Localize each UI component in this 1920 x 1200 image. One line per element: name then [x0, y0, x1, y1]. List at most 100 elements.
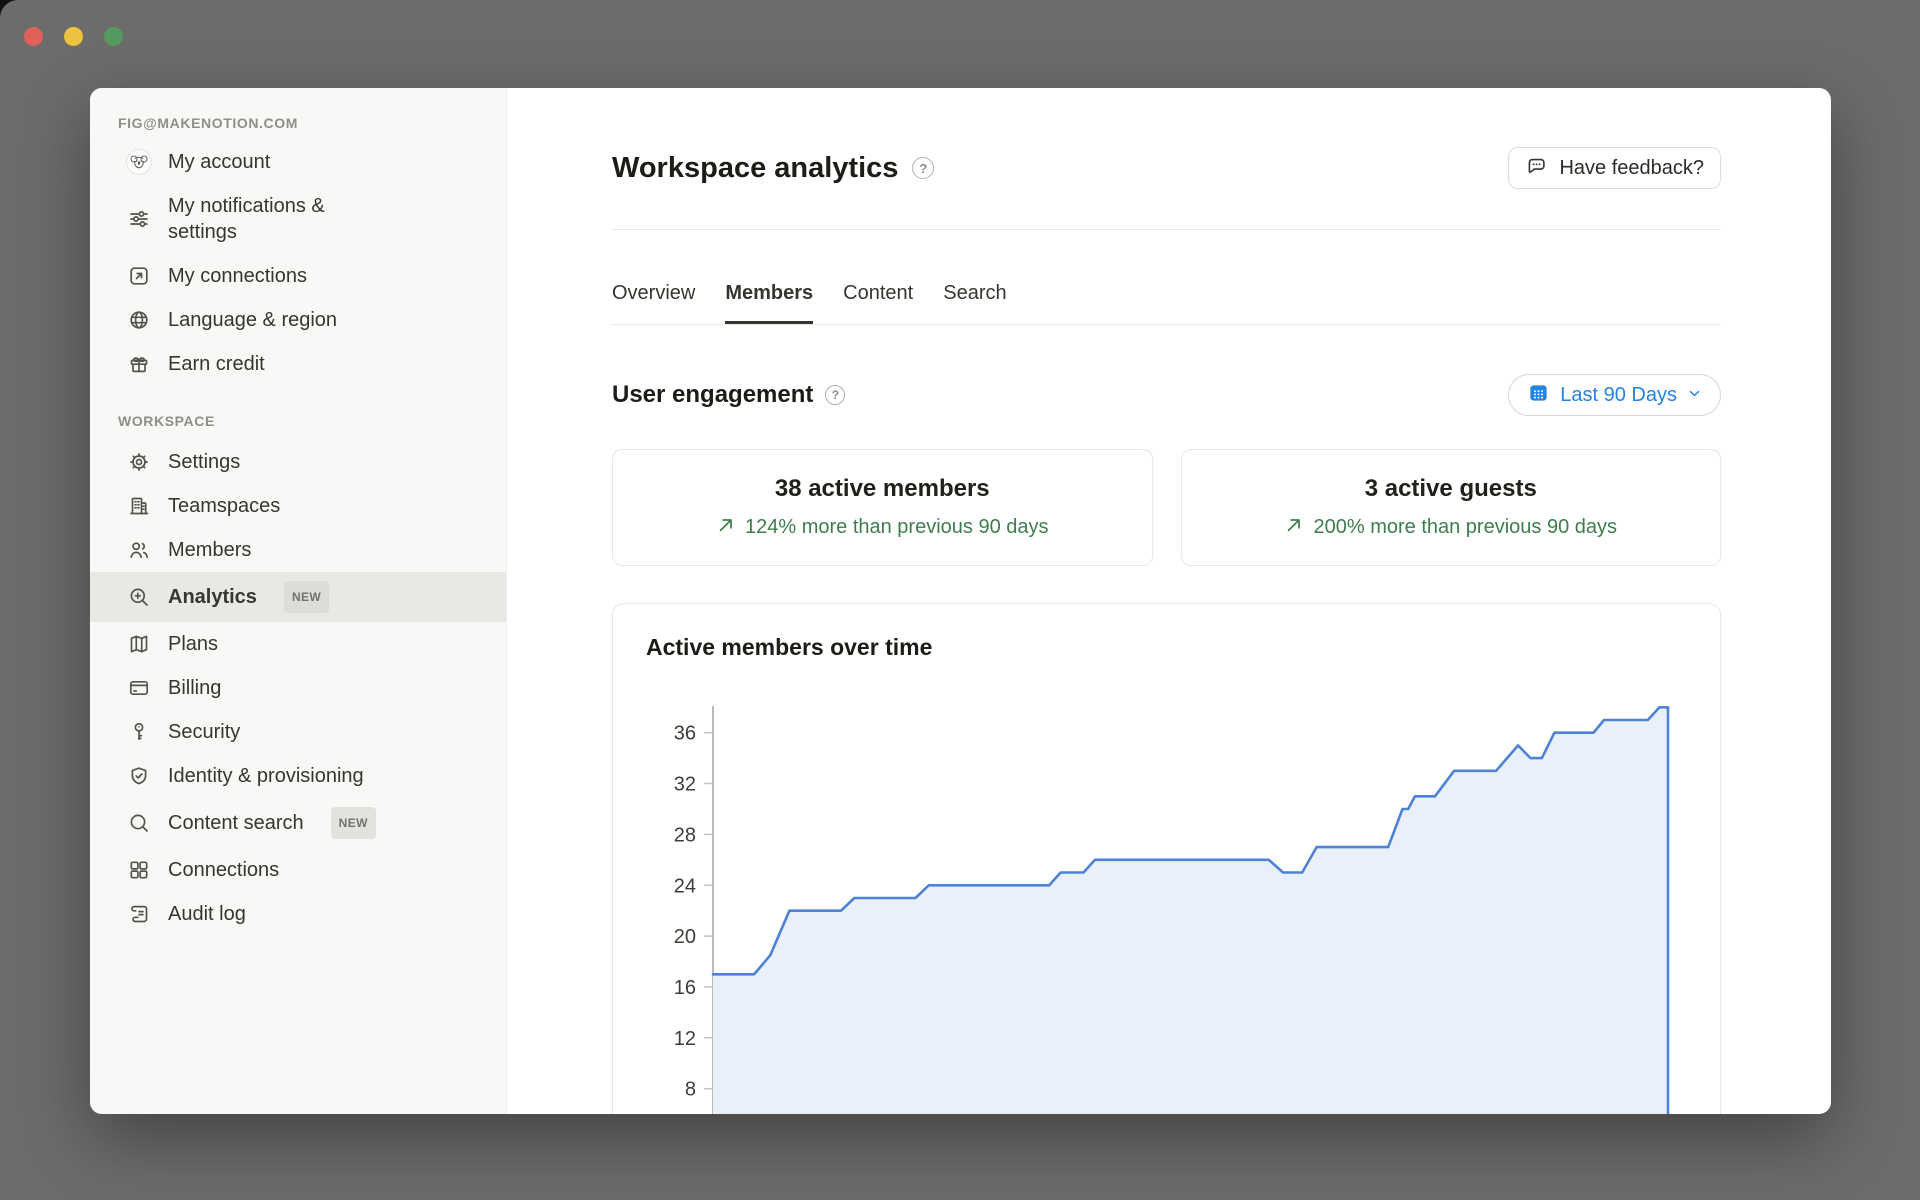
search-icon — [126, 810, 152, 836]
sliders-icon — [126, 206, 152, 232]
feedback-button-label: Have feedback? — [1559, 157, 1704, 180]
sidebar-item-label: Connections — [168, 857, 279, 883]
feedback-button[interactable]: Have feedback? — [1508, 147, 1721, 189]
svg-text:20: 20 — [674, 926, 696, 948]
sidebar-item-label: Identity & provisioning — [168, 763, 364, 789]
shield-check-icon — [126, 763, 152, 789]
workspace-section-heading: WORKSPACE — [90, 412, 506, 430]
gear-icon — [126, 449, 152, 475]
tab-search[interactable]: Search — [943, 282, 1006, 324]
sidebar-item-security[interactable]: Security — [90, 710, 506, 754]
chart-title: Active members over time — [646, 634, 1720, 661]
sidebar-item-label: Settings — [168, 449, 240, 475]
gift-icon — [126, 351, 152, 377]
sidebar-item-label: Members — [168, 537, 251, 563]
sidebar-item-members[interactable]: Members — [90, 528, 506, 572]
help-icon[interactable]: ? — [825, 385, 845, 405]
svg-text:36: 36 — [674, 723, 696, 745]
settings-content: Workspace analytics ? Have feedback? — [507, 88, 1831, 1114]
user-engagement-row: User engagement ? — [612, 374, 1721, 416]
calendar-icon — [1527, 381, 1550, 410]
map-icon — [126, 631, 152, 657]
grid-icon — [126, 857, 152, 883]
help-icon[interactable]: ? — [912, 157, 934, 179]
globe-icon — [126, 307, 152, 333]
stat-value: 3 active guests — [1365, 475, 1537, 503]
sidebar-item-analytics[interactable]: Analytics NEW — [90, 572, 506, 622]
stat-delta: 124% more than previous 90 days — [716, 515, 1049, 541]
stat-delta-text: 200% more than previous 90 days — [1313, 516, 1617, 539]
sidebar-item-label: Analytics — [168, 584, 257, 610]
key-icon — [126, 719, 152, 745]
svg-text:24: 24 — [674, 875, 696, 897]
active-members-chart-card: Active members over time 36 32 28 24 20 16 12 8 — [612, 603, 1721, 1114]
sidebar-item-language-region[interactable]: Language & region — [90, 298, 506, 342]
sidebar-item-label: My account — [168, 149, 270, 175]
section-title: User engagement — [612, 381, 813, 409]
avatar — [126, 149, 152, 175]
page-title: Workspace analytics — [612, 152, 898, 185]
active-members-chart: 36 32 28 24 20 16 12 8 — [613, 692, 1720, 1114]
active-guests-card: 3 active guests 200% more than previous … — [1181, 449, 1722, 566]
account-email: FIG@MAKENOTION.COM — [90, 114, 506, 132]
sidebar-item-settings[interactable]: Settings — [90, 440, 506, 484]
tab-members[interactable]: Members — [725, 282, 813, 324]
sidebar-item-billing[interactable]: Billing — [90, 666, 506, 710]
sidebar-item-my-account[interactable]: My account — [90, 140, 506, 184]
tab-content[interactable]: Content — [843, 282, 913, 324]
stat-delta: 200% more than previous 90 days — [1284, 515, 1617, 541]
minimize-button[interactable] — [64, 27, 83, 46]
svg-text:12: 12 — [674, 1028, 696, 1050]
title-row: Workspace analytics ? Have feedback? — [612, 144, 1721, 192]
tab-overview[interactable]: Overview — [612, 282, 695, 324]
close-button[interactable] — [24, 27, 43, 46]
sidebar-item-connections[interactable]: Connections — [90, 848, 506, 892]
scroll-icon — [126, 901, 152, 927]
sidebar-item-label: Language & region — [168, 307, 337, 333]
chevron-down-icon — [1687, 384, 1702, 407]
svg-text:8: 8 — [685, 1079, 696, 1101]
stat-delta-text: 124% more than previous 90 days — [745, 516, 1049, 539]
active-members-card: 38 active members 124% more than previou… — [612, 449, 1153, 566]
sidebar-item-notifications-settings[interactable]: My notifications & settings — [90, 184, 506, 254]
speech-bubble-icon — [1525, 154, 1548, 183]
sidebar-item-label: My notifications & settings — [168, 193, 380, 245]
desktop-background: FIG@MAKENOTION.COM My account — [0, 0, 1920, 1200]
new-badge: NEW — [331, 807, 376, 839]
sidebar-item-earn-credit[interactable]: Earn credit — [90, 342, 506, 386]
svg-text:28: 28 — [674, 824, 696, 846]
analytics-tabs: Overview Members Content Search — [612, 282, 1721, 325]
sidebar-item-label: Content search — [168, 810, 304, 836]
sidebar-item-my-connections[interactable]: My connections — [90, 254, 506, 298]
header-divider — [612, 229, 1721, 230]
window-controls — [24, 27, 123, 46]
sidebar-item-label: Billing — [168, 675, 221, 701]
settings-modal: FIG@MAKENOTION.COM My account — [90, 88, 1831, 1114]
sidebar-item-label: Earn credit — [168, 351, 265, 377]
zoom-button[interactable] — [104, 27, 123, 46]
sidebar-item-identity-provisioning[interactable]: Identity & provisioning — [90, 754, 506, 798]
svg-text:16: 16 — [674, 977, 696, 999]
arrow-up-right-square-icon — [126, 263, 152, 289]
sidebar-item-label: My connections — [168, 263, 307, 289]
sidebar-item-audit-log[interactable]: Audit log — [90, 892, 506, 936]
credit-card-icon — [126, 675, 152, 701]
arrow-up-right-icon — [1284, 515, 1304, 541]
sidebar-item-plans[interactable]: Plans — [90, 622, 506, 666]
building-icon — [126, 493, 152, 519]
settings-sidebar: FIG@MAKENOTION.COM My account — [90, 88, 507, 1114]
date-range-label: Last 90 Days — [1560, 384, 1677, 407]
stat-cards: 38 active members 124% more than previou… — [612, 449, 1721, 566]
svg-text:32: 32 — [674, 774, 696, 796]
arrow-up-right-icon — [716, 515, 736, 541]
people-icon — [126, 537, 152, 563]
sidebar-item-label: Teamspaces — [168, 493, 280, 519]
sidebar-item-label: Audit log — [168, 901, 246, 927]
new-badge: NEW — [284, 581, 329, 613]
sidebar-item-content-search[interactable]: Content search NEW — [90, 798, 506, 848]
sidebar-item-teamspaces[interactable]: Teamspaces — [90, 484, 506, 528]
magnifier-sparkle-icon — [126, 584, 152, 610]
stat-value: 38 active members — [775, 475, 990, 503]
date-range-button[interactable]: Last 90 Days — [1508, 374, 1721, 416]
sidebar-item-label: Plans — [168, 631, 218, 657]
